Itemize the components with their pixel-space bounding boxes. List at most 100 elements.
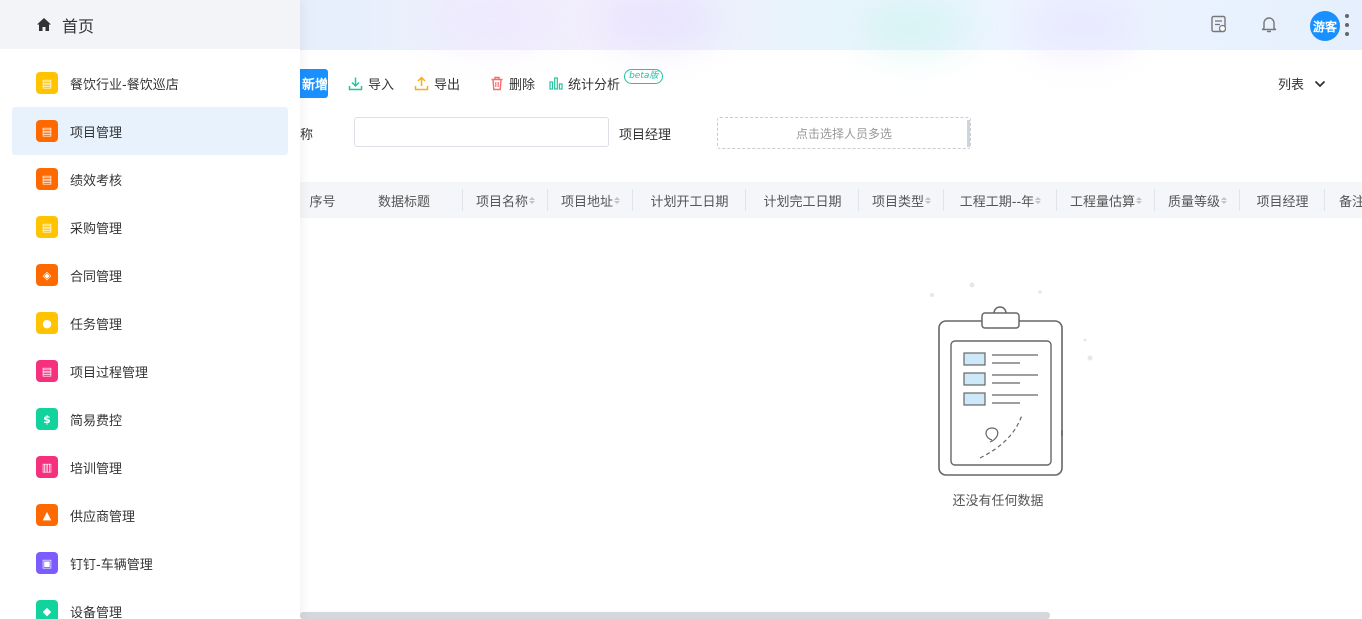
sidebar-home-label: 首页 <box>62 16 95 36</box>
column-header[interactable]: 项目名称 <box>463 182 548 218</box>
sidebar-item-label: 餐饮行业-餐饮巡店 <box>70 77 179 93</box>
column-header[interactable]: 项目类型 <box>859 182 944 218</box>
sidebar-item[interactable]: ▤ 项目管理 <box>12 107 288 155</box>
sidebar: 首页 ▤ 餐饮行业-餐饮巡店 ▤ 项目管理 ▤ 绩效考核 ▤ 采购管理 ◈ 合同管理 ● 任务管理 ▤ 项… <box>0 0 300 619</box>
name-filter-label: 称 <box>300 128 314 143</box>
sidebar-item-label: 简易费控 <box>70 413 123 429</box>
stats-label: 统计分析 <box>568 77 621 93</box>
sidebar-item-label: 供应商管理 <box>70 509 136 525</box>
column-header-label: 项目名称 <box>475 194 528 210</box>
sidebar-item[interactable]: ▥ 培训管理 <box>12 443 288 491</box>
file-icon: ▥ <box>36 456 58 478</box>
sidebar-item[interactable]: $ 简易费控 <box>12 395 288 443</box>
sidebar-item[interactable]: ▤ 项目过程管理 <box>12 347 288 395</box>
sidebar-item[interactable]: ▤ 绩效考核 <box>12 155 288 203</box>
column-header[interactable]: 计划开工日期 <box>633 182 746 218</box>
view-mode-select[interactable]: 列表 <box>1278 74 1326 93</box>
column-header[interactable]: 工程工期--年 <box>944 182 1057 218</box>
manager-filter-label: 项目经理 <box>619 128 672 143</box>
column-header-label: 数据标题 <box>377 194 430 210</box>
manager-picker[interactable]: 点击选择人员多选 <box>717 117 971 149</box>
column-header-label: 项目类型 <box>871 194 924 210</box>
sort-icon[interactable] <box>614 196 620 204</box>
sidebar-item-label: 培训管理 <box>70 461 123 477</box>
doc-icon: ▤ <box>36 360 58 382</box>
stats-button[interactable]: 统计分析 beta版 <box>549 68 664 93</box>
column-header[interactable]: 项目经理 <box>1240 182 1325 218</box>
import-button[interactable]: 导入 <box>348 74 394 93</box>
sidebar-home[interactable]: 首页 <box>0 0 300 49</box>
sort-icon[interactable] <box>529 196 535 204</box>
add-button[interactable]: 新增 <box>300 68 328 98</box>
device-icon: ◆ <box>36 600 58 619</box>
column-header-label: 序号 <box>309 194 336 210</box>
box-icon: ▣ <box>36 552 58 574</box>
column-header-label: 备注 <box>1339 194 1362 210</box>
home-icon <box>37 18 51 31</box>
column-header[interactable]: 工程量估算 <box>1057 182 1155 218</box>
sidebar-item-label: 绩效考核 <box>70 173 123 189</box>
add-button-label: 新增 <box>302 77 328 93</box>
column-header-label: 工程量估算 <box>1069 194 1135 210</box>
sidebar-item[interactable]: ◆ 设备管理 <box>12 587 288 619</box>
column-header[interactable]: 计划完工日期 <box>746 182 859 218</box>
upload-icon <box>414 75 429 90</box>
delete-button[interactable]: 删除 <box>490 74 535 93</box>
column-header-label: 项目地址 <box>560 194 613 210</box>
export-button[interactable]: 导出 <box>414 74 460 93</box>
layers-icon: ◈ <box>36 264 58 286</box>
sidebar-menu: ▤ 餐饮行业-餐饮巡店 ▤ 项目管理 ▤ 绩效考核 ▤ 采购管理 ◈ 合同管理 ● 任务管理 ▤ 项目过程… <box>0 49 300 619</box>
avatar[interactable]: 游客 <box>1310 11 1340 41</box>
import-label: 导入 <box>368 77 395 93</box>
chevron-down-icon <box>1314 80 1326 87</box>
delete-label: 删除 <box>509 77 536 93</box>
column-header[interactable]: 数据标题 <box>345 182 463 218</box>
column-header[interactable]: 项目地址 <box>548 182 633 218</box>
sidebar-item[interactable]: ▣ 钉钉-车辆管理 <box>12 539 288 587</box>
sidebar-item-label: 钉钉-车辆管理 <box>70 557 153 573</box>
column-header[interactable]: 备注 <box>1325 182 1362 218</box>
empty-clipboard-icon <box>930 282 1093 476</box>
doc-icon: ▤ <box>36 168 58 190</box>
sort-icon[interactable] <box>1035 196 1042 204</box>
sidebar-item[interactable]: ▤ 餐饮行业-餐饮巡店 <box>12 59 288 107</box>
toolbar: 新增 导入 导出 删除 统计分析 beta版 <box>300 68 664 98</box>
bell-icon[interactable] <box>1258 13 1280 35</box>
doc-icon: ▤ <box>36 72 58 94</box>
empty-state-text: 还没有任何数据 <box>952 494 1044 509</box>
money-bag-icon: $ <box>36 408 58 430</box>
sort-icon[interactable] <box>1221 196 1227 204</box>
download-icon <box>348 77 363 90</box>
view-mode-label: 列表 <box>1278 78 1305 93</box>
doc-icon: ▤ <box>36 216 58 238</box>
building-icon: ▲ <box>36 504 58 526</box>
sidebar-item-label: 项目管理 <box>70 125 123 141</box>
column-header-label: 计划完工日期 <box>763 194 842 210</box>
column-header-label: 项目经理 <box>1256 194 1309 210</box>
export-label: 导出 <box>434 77 461 93</box>
sidebar-item[interactable]: ▤ 采购管理 <box>12 203 288 251</box>
doc-icon: ▤ <box>36 120 58 142</box>
table-header: 序号 数据标题 项目名称 项目地址 计划开工日期 计划完工日期 项目类型 工程工… <box>300 182 1362 218</box>
column-header-label: 质量等级 <box>1167 194 1220 210</box>
sidebar-item[interactable]: ▲ 供应商管理 <box>12 491 288 539</box>
sidebar-item-label: 设备管理 <box>70 605 123 619</box>
name-filter-input[interactable] <box>354 117 609 147</box>
trash-icon <box>491 76 503 90</box>
manager-picker-placeholder: 点击选择人员多选 <box>795 126 892 141</box>
report-icon[interactable] <box>1208 13 1230 35</box>
horizontal-scrollbar[interactable] <box>300 612 1050 619</box>
bar-chart-icon <box>549 77 563 90</box>
sidebar-item-label: 采购管理 <box>70 221 123 237</box>
column-header[interactable]: 质量等级 <box>1155 182 1240 218</box>
sort-icon[interactable] <box>1136 196 1142 204</box>
sort-icon[interactable] <box>925 196 931 204</box>
column-header-label: 计划开工日期 <box>650 194 729 210</box>
more-vertical-icon[interactable] <box>1344 14 1350 36</box>
column-header[interactable]: 序号 <box>300 182 345 218</box>
sidebar-item[interactable]: ● 任务管理 <box>12 299 288 347</box>
column-header-label: 工程工期--年 <box>959 194 1035 210</box>
sidebar-item[interactable]: ◈ 合同管理 <box>12 251 288 299</box>
beta-badge: beta版 <box>624 68 664 84</box>
sidebar-item-label: 合同管理 <box>70 269 123 285</box>
